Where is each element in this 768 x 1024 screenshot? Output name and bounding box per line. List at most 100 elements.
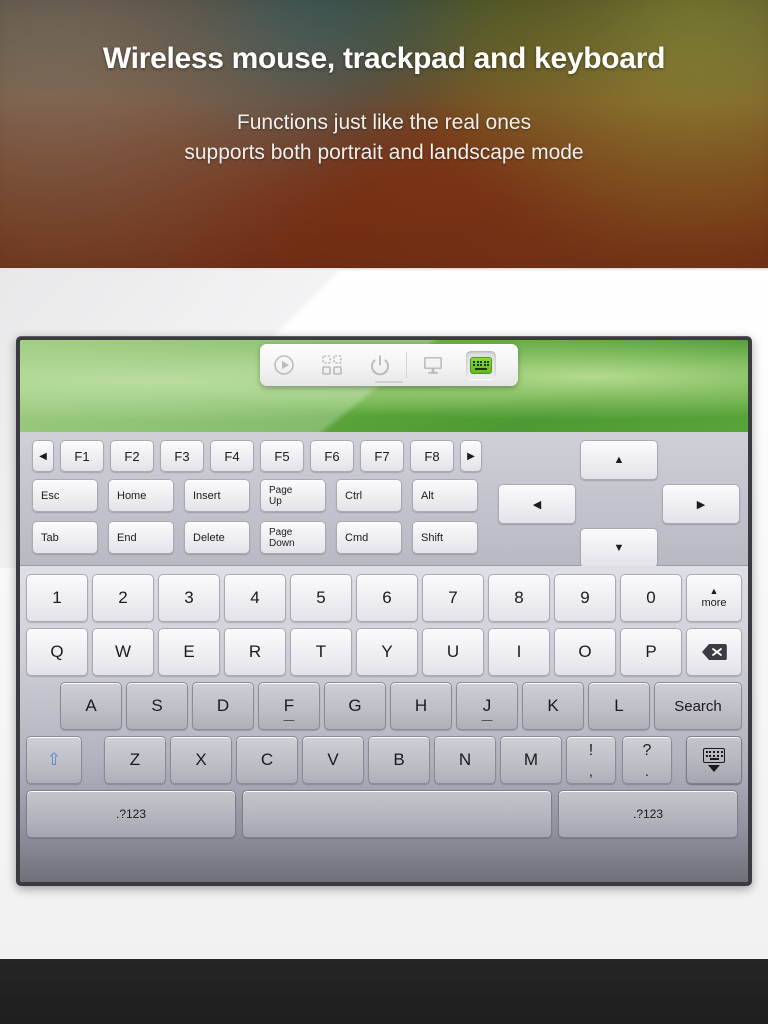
key-i[interactable]: I [488,628,550,676]
key-o[interactable]: O [554,628,616,676]
key-j[interactable]: J [456,682,518,730]
key-f3[interactable]: F3 [160,440,204,472]
key-3[interactable]: 3 [158,574,220,622]
key-cmd[interactable]: Cmd [336,521,402,554]
key-f8[interactable]: F8 [410,440,454,472]
key-backspace[interactable] [686,628,742,676]
subtitle-line-2: supports both portrait and landscape mod… [184,141,584,164]
key-d[interactable]: D [192,682,254,730]
play-button[interactable] [260,344,308,386]
key-c[interactable]: C [236,736,298,784]
key-tab[interactable]: Tab [32,521,98,554]
key-7[interactable]: 7 [422,574,484,622]
key-more-label: more [701,597,727,609]
toolbar-drag-handle[interactable] [375,381,403,383]
key-f6[interactable]: F6 [310,440,354,472]
key-alt[interactable]: Alt [412,479,478,512]
home-row-marker-j-icon [481,719,493,721]
key-more[interactable]: ▲ more [686,574,742,622]
key-f7[interactable]: F7 [360,440,404,472]
page-subtitle: Functions just like the real ones suppor… [0,108,768,168]
hero-banner: Wireless mouse, trackpad and keyboard Fu… [0,0,768,268]
key-f5[interactable]: F5 [260,440,304,472]
key-search-return[interactable]: Search [654,682,742,730]
key-z[interactable]: Z [104,736,166,784]
key-arrow-down[interactable]: ▼ [580,528,658,568]
key-y[interactable]: Y [356,628,418,676]
key-page-down-line1: Page [269,526,293,538]
key-s[interactable]: S [126,682,188,730]
key-numeric-toggle-right[interactable]: .?123 [558,790,738,838]
key-exclam-comma[interactable]: ! , [566,736,616,784]
key-r[interactable]: R [224,628,286,676]
key-space[interactable] [242,790,552,838]
app-screenshot: Wireless mouse, trackpad and keyboard Fu… [0,0,768,1024]
key-home[interactable]: Home [108,479,174,512]
key-8[interactable]: 8 [488,574,550,622]
key-f4[interactable]: F4 [210,440,254,472]
fkeys-next-button[interactable]: ▶ [460,440,482,472]
key-a[interactable]: A [60,682,122,730]
key-g[interactable]: G [324,682,386,730]
key-4[interactable]: 4 [224,574,286,622]
key-f2[interactable]: F2 [110,440,154,472]
key-comma-label: , [589,762,593,779]
tablet-device-frame: ◀ F1 F2 F3 F4 F5 F6 F7 F8 ▶ Esc Home Ins… [16,336,752,886]
key-9[interactable]: 9 [554,574,616,622]
key-arrow-up[interactable]: ▲ [580,440,658,480]
play-icon [274,355,294,375]
key-hide-keyboard[interactable] [686,736,742,784]
key-f[interactable]: F [258,682,320,730]
key-page-up-line2: Up [269,495,282,507]
key-w[interactable]: W [92,628,154,676]
apps-grid-button[interactable] [308,344,356,386]
key-2[interactable]: 2 [92,574,154,622]
key-exclam-label: ! [588,741,594,759]
key-t[interactable]: T [290,628,352,676]
key-0[interactable]: 0 [620,574,682,622]
more-up-arrow-icon: ▲ [709,586,719,596]
key-n[interactable]: N [434,736,496,784]
key-arrow-right[interactable]: ▶ [662,484,740,524]
key-shift-fn[interactable]: Shift [412,521,478,554]
key-esc[interactable]: Esc [32,479,98,512]
home-row-marker-f-icon [283,719,295,721]
key-page-up[interactable]: Page Up [260,479,326,512]
key-shift-left[interactable]: ⇧ [26,736,82,784]
key-end[interactable]: End [108,521,174,554]
key-k[interactable]: K [522,682,584,730]
key-6[interactable]: 6 [356,574,418,622]
key-ctrl[interactable]: Ctrl [336,479,402,512]
key-f1[interactable]: F1 [60,440,104,472]
key-e[interactable]: E [158,628,220,676]
hide-keyboard-down-arrow-icon [708,765,720,772]
key-h[interactable]: H [390,682,452,730]
key-p[interactable]: P [620,628,682,676]
key-x[interactable]: X [170,736,232,784]
power-button[interactable] [356,344,404,386]
fkeys-prev-button[interactable]: ◀ [32,440,54,472]
panel-top-edge [0,268,768,271]
key-insert[interactable]: Insert [184,479,250,512]
key-question-period[interactable]: ? . [622,736,672,784]
key-numeric-toggle-left[interactable]: .?123 [26,790,236,838]
key-u[interactable]: U [422,628,484,676]
keyboard-toggle-pressed-bg [466,351,496,379]
virtual-keyboard: 1 2 3 4 5 6 7 8 9 0 ▲ more Q W E R T Y U… [20,566,748,882]
key-f-label: F [283,696,295,715]
key-page-down[interactable]: Page Down [260,521,326,554]
key-1[interactable]: 1 [26,574,88,622]
key-5[interactable]: 5 [290,574,352,622]
key-m[interactable]: M [500,736,562,784]
key-arrow-left[interactable]: ◀ [498,484,576,524]
floating-toolbar[interactable] [260,344,518,386]
monitor-button[interactable] [409,344,457,386]
key-q[interactable]: Q [26,628,88,676]
key-v[interactable]: V [302,736,364,784]
key-l[interactable]: L [588,682,650,730]
key-j-label: J [482,696,492,715]
keyboard-toggle-button[interactable] [457,344,505,386]
key-delete[interactable]: Delete [184,521,250,554]
key-b[interactable]: B [368,736,430,784]
backspace-icon [702,644,727,660]
